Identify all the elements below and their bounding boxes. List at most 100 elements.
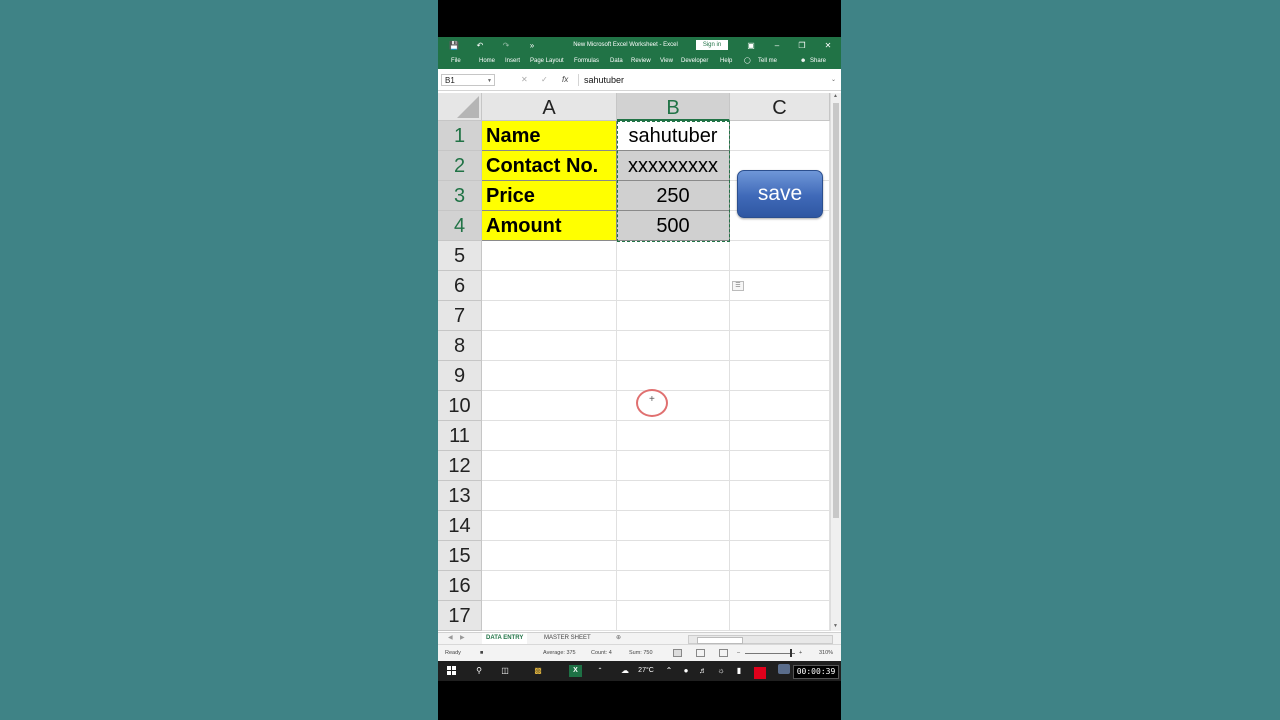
empty-cell[interactable]	[730, 331, 830, 361]
cell-a4[interactable]: Amount	[482, 211, 617, 241]
horizontal-scroll-thumb[interactable]	[697, 637, 743, 644]
row-header-14[interactable]: 14	[438, 511, 482, 541]
recording-indicator[interactable]	[754, 667, 766, 679]
scroll-up-icon[interactable]: ▲	[833, 93, 838, 99]
chevron-down-icon[interactable]: ▼	[487, 75, 492, 87]
row-header-5[interactable]: 5	[438, 241, 482, 271]
enter-icon[interactable]: ✓	[541, 75, 548, 84]
excel-taskbar-icon[interactable]: X	[569, 665, 582, 677]
tab-file[interactable]: File	[451, 54, 461, 69]
zoom-level[interactable]: 310%	[819, 645, 833, 661]
redo-icon[interactable]: ↷	[500, 37, 512, 54]
search-icon[interactable]: ⚲	[472, 661, 486, 681]
empty-cell[interactable]	[482, 421, 617, 451]
empty-cell[interactable]	[617, 241, 730, 271]
tab-formulas[interactable]: Formulas	[574, 54, 599, 69]
ribbon-display-icon[interactable]: ▣	[745, 37, 757, 54]
column-header-c[interactable]: C	[730, 93, 830, 121]
page-break-view-icon[interactable]	[719, 649, 728, 657]
battery-icon[interactable]: ▮	[734, 661, 744, 681]
cancel-icon[interactable]: ✕	[521, 75, 528, 84]
windows-start-icon[interactable]	[447, 666, 457, 676]
empty-cell[interactable]	[482, 541, 617, 571]
tab-page-layout[interactable]: Page Layout	[530, 54, 564, 69]
insert-function-icon[interactable]: fx	[562, 75, 568, 84]
taskbar-overflow-icon[interactable]: ⌃	[595, 661, 605, 681]
row-header-11[interactable]: 11	[438, 421, 482, 451]
row-header-15[interactable]: 15	[438, 541, 482, 571]
next-sheet-icon[interactable]: ▶	[460, 633, 465, 644]
empty-cell[interactable]	[482, 511, 617, 541]
zoom-in-icon[interactable]: +	[799, 645, 802, 661]
horizontal-scrollbar[interactable]	[688, 635, 833, 644]
tab-view[interactable]: View	[660, 54, 673, 69]
page-layout-view-icon[interactable]	[696, 649, 705, 657]
row-header-12[interactable]: 12	[438, 451, 482, 481]
normal-view-icon[interactable]	[673, 649, 682, 657]
tell-me-search[interactable]: Tell me	[758, 54, 777, 69]
empty-cell[interactable]	[730, 421, 830, 451]
row-header-8[interactable]: 8	[438, 331, 482, 361]
row-header-4[interactable]: 4	[438, 211, 482, 241]
empty-cell[interactable]	[730, 301, 830, 331]
cell-b2[interactable]: xxxxxxxxx	[617, 151, 730, 181]
select-all-corner[interactable]	[438, 93, 482, 121]
task-view-icon[interactable]: ◫	[498, 661, 512, 681]
save-icon[interactable]: 💾	[448, 37, 460, 54]
vertical-scroll-thumb[interactable]	[833, 103, 839, 518]
row-header-6[interactable]: 6	[438, 271, 482, 301]
cell-b3[interactable]: 250	[617, 181, 730, 211]
empty-cell[interactable]	[482, 481, 617, 511]
empty-cell[interactable]	[617, 421, 730, 451]
tab-data[interactable]: Data	[610, 54, 623, 69]
share-button[interactable]: Share	[810, 54, 826, 69]
empty-cell[interactable]	[617, 541, 730, 571]
row-header-13[interactable]: 13	[438, 481, 482, 511]
worksheet-grid[interactable]: A B C 1 2 3 4 5 6 7 8 9 10 11 12 13 14 1…	[438, 93, 830, 631]
empty-cell[interactable]	[730, 361, 830, 391]
microphone-icon[interactable]: ●	[681, 661, 691, 681]
prev-sheet-icon[interactable]: ◀	[448, 633, 453, 644]
customize-toolbar-icon[interactable]: »	[526, 37, 538, 54]
weather-icon[interactable]: ☁	[618, 661, 632, 681]
empty-cell[interactable]	[730, 121, 830, 151]
row-header-1[interactable]: 1	[438, 121, 482, 151]
cell-a1[interactable]: Name	[482, 121, 617, 151]
empty-cell[interactable]	[730, 241, 830, 271]
temperature[interactable]: 27°C	[635, 661, 657, 681]
empty-cell[interactable]	[730, 451, 830, 481]
row-header-9[interactable]: 9	[438, 361, 482, 391]
empty-cell[interactable]	[730, 481, 830, 511]
empty-cell[interactable]	[617, 601, 730, 631]
cell-b1[interactable]: sahutuber	[617, 121, 730, 151]
row-header-10[interactable]: 10	[438, 391, 482, 421]
camera-icon[interactable]	[778, 664, 790, 674]
empty-cell[interactable]	[482, 601, 617, 631]
column-header-b[interactable]: B	[617, 93, 730, 121]
empty-cell[interactable]	[482, 451, 617, 481]
empty-cell[interactable]	[482, 241, 617, 271]
minimize-icon[interactable]: –	[771, 37, 783, 54]
empty-cell[interactable]	[730, 271, 830, 301]
empty-cell[interactable]	[617, 331, 730, 361]
empty-cell[interactable]	[730, 601, 830, 631]
empty-cell[interactable]	[482, 361, 617, 391]
empty-cell[interactable]	[617, 391, 730, 421]
tab-review[interactable]: Review	[631, 54, 651, 69]
hidden-icons-icon[interactable]: ⌃	[664, 661, 674, 681]
empty-cell[interactable]	[730, 571, 830, 601]
zoom-out-icon[interactable]: –	[737, 645, 740, 661]
tab-home[interactable]: Home	[479, 54, 495, 69]
empty-cell[interactable]	[617, 451, 730, 481]
zoom-slider[interactable]	[745, 653, 795, 654]
row-header-7[interactable]: 7	[438, 301, 482, 331]
scroll-down-icon[interactable]: ▼	[833, 623, 838, 629]
close-icon[interactable]: ✕	[822, 37, 834, 54]
empty-cell[interactable]	[730, 511, 830, 541]
zoom-slider-knob[interactable]	[790, 649, 792, 657]
sign-in-button[interactable]: Sign in	[696, 40, 728, 50]
save-button[interactable]: save	[737, 170, 823, 218]
empty-cell[interactable]	[617, 271, 730, 301]
cell-a3[interactable]: Price	[482, 181, 617, 211]
empty-cell[interactable]	[482, 331, 617, 361]
